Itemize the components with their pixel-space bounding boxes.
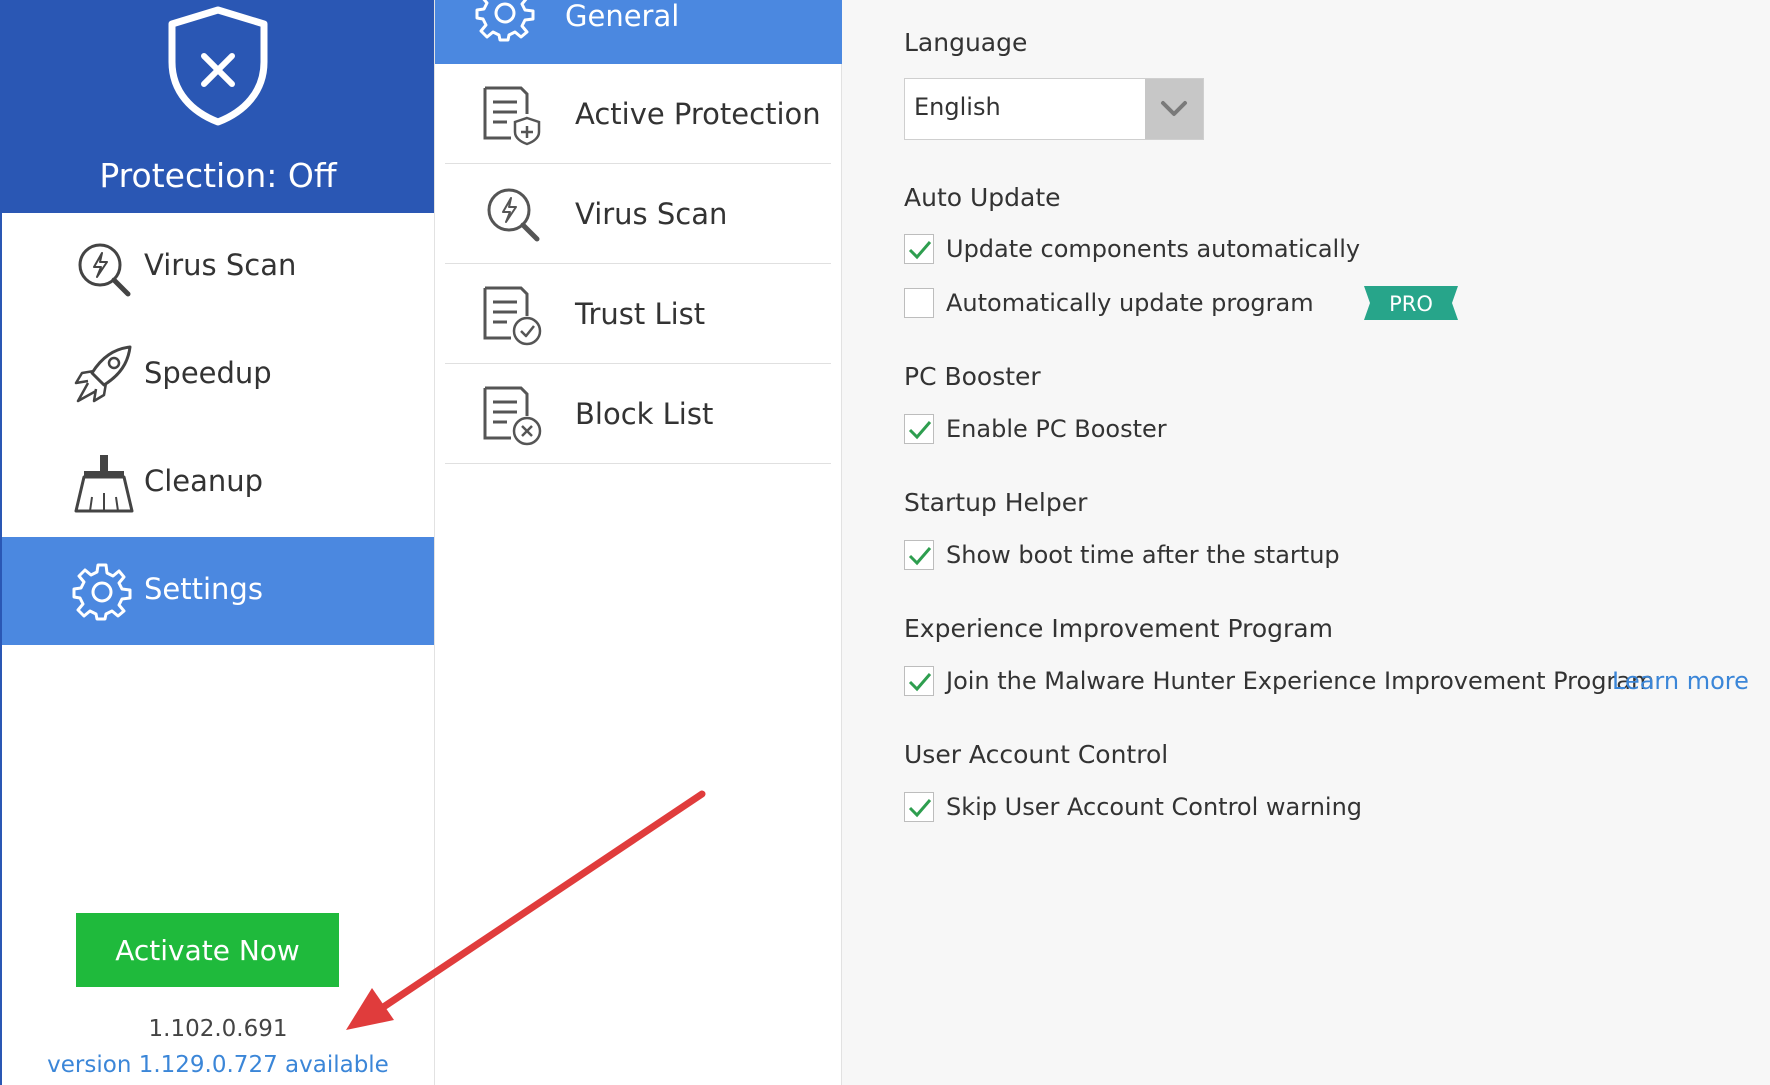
pro-badge: PRO <box>1364 286 1458 320</box>
option-label: Update components automatically <box>946 235 1361 263</box>
language-dropdown-button[interactable] <box>1145 79 1203 139</box>
settings-tab-label: Active Protection <box>575 97 821 131</box>
checkmark-icon <box>908 799 932 818</box>
annotation-arrow-icon <box>346 790 706 1030</box>
shield-off-icon <box>168 6 268 126</box>
learn-more-link[interactable]: Learn more <box>1612 666 1749 696</box>
settings-tab-general[interactable]: General <box>435 0 842 64</box>
sidebar-item-label: Virus Scan <box>144 248 297 282</box>
update-components-checkbox[interactable] <box>904 234 934 264</box>
settings-tab-label: Virus Scan <box>575 197 728 231</box>
option-label: Skip User Account Control warning <box>946 793 1363 821</box>
option-label: Join the Malware Hunter Experience Impro… <box>946 667 1655 695</box>
sidebar-item-cleanup[interactable]: Cleanup <box>2 429 434 537</box>
settings-tab-active-protection[interactable]: Active Protection <box>445 64 831 164</box>
protection-header: Protection: Off <box>2 0 434 213</box>
settings-tab-label: General <box>565 0 680 33</box>
enable-pc-booster-checkbox[interactable] <box>904 414 934 444</box>
experience-program-title: Experience Improvement Program <box>904 614 1333 643</box>
auto-update-title: Auto Update <box>904 183 1061 212</box>
option-label: Automatically update program <box>946 289 1314 317</box>
join-experience-program-checkbox[interactable] <box>904 666 934 696</box>
sidebar-item-label: Speedup <box>144 356 272 390</box>
show-boot-time-checkbox[interactable] <box>904 540 934 570</box>
checkmark-icon <box>908 421 932 440</box>
language-select[interactable]: English <box>904 78 1204 140</box>
pro-badge-text: PRO <box>1389 292 1433 316</box>
skip-uac-warning-checkbox[interactable] <box>904 792 934 822</box>
sidebar-item-speedup[interactable]: Speedup <box>2 321 434 429</box>
language-title: Language <box>904 28 1028 57</box>
settings-tab-label: Block List <box>575 397 714 431</box>
gear-icon <box>72 563 132 621</box>
startup-helper-title: Startup Helper <box>904 488 1088 517</box>
block-list-icon <box>483 386 542 446</box>
sidebar-item-virus-scan[interactable]: Virus Scan <box>2 213 434 321</box>
chevron-down-icon <box>1161 101 1187 116</box>
settings-tab-label: Trust List <box>575 297 706 331</box>
update-available-link[interactable]: version 1.129.0.727 available <box>2 1052 434 1078</box>
sidebar-item-label: Settings <box>144 572 263 606</box>
user-account-control-title: User Account Control <box>904 740 1169 769</box>
checkmark-icon <box>908 241 932 260</box>
shield-document-icon <box>483 86 541 146</box>
auto-update-program-checkbox[interactable] <box>904 288 934 318</box>
settings-tab-trust-list[interactable]: Trust List <box>445 264 831 364</box>
settings-tab-block-list[interactable]: Block List <box>445 364 831 464</box>
general-settings-panel: Language English Auto Update Update comp… <box>842 0 1770 1085</box>
pc-booster-title: PC Booster <box>904 362 1041 391</box>
sidebar-item-settings[interactable]: Settings <box>2 537 434 645</box>
activate-now-button[interactable]: Activate Now <box>76 913 339 987</box>
checkmark-icon <box>908 547 932 566</box>
checkmark-icon <box>908 673 932 692</box>
virus-scan-icon <box>78 243 131 297</box>
language-selected-value: English <box>914 93 1001 121</box>
trust-list-icon <box>483 286 542 346</box>
gear-icon <box>475 0 535 42</box>
rocket-icon <box>74 345 132 403</box>
option-label: Show boot time after the startup <box>946 541 1340 569</box>
settings-tab-virus-scan[interactable]: Virus Scan <box>445 164 831 264</box>
option-label: Enable PC Booster <box>946 415 1167 443</box>
virus-scan-icon <box>487 188 540 242</box>
protection-status: Protection: Off <box>99 156 337 195</box>
sidebar-item-label: Cleanup <box>144 464 264 498</box>
broom-icon <box>74 455 134 513</box>
